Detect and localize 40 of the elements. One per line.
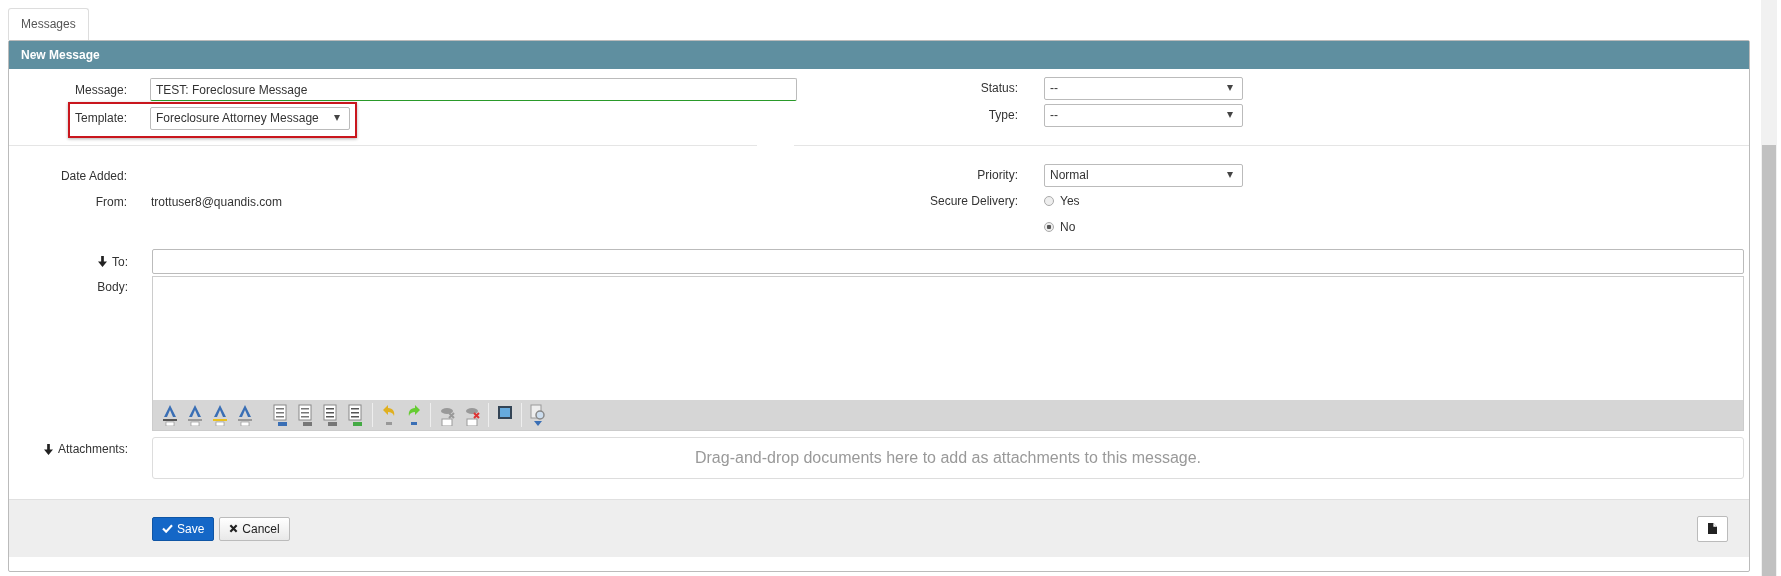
font-color-icon[interactable] xyxy=(161,404,179,426)
field-label: Priority: xyxy=(976,168,1018,182)
check-icon xyxy=(162,524,173,533)
scrollbar-thumb[interactable] xyxy=(1762,145,1776,576)
dropdown[interactable]: -- xyxy=(1044,103,1243,127)
down-arrow-icon[interactable] xyxy=(43,443,53,455)
caret-icon xyxy=(1227,85,1233,91)
radio-label[interactable]: Yes xyxy=(1060,194,1080,208)
document-icon xyxy=(1708,523,1717,534)
field-label: To: xyxy=(112,254,128,269)
field-label: Type: xyxy=(987,108,1018,122)
to-field[interactable] xyxy=(152,249,1744,274)
save-button[interactable]: Save xyxy=(152,516,215,541)
field-label: Attachments: xyxy=(57,442,128,456)
field-label: Secure Delivery: xyxy=(928,194,1018,208)
cancel-button[interactable]: Cancel xyxy=(219,516,290,541)
field-label: Date Added: xyxy=(59,168,127,183)
close-icon xyxy=(229,524,239,533)
down-arrow-icon[interactable] xyxy=(98,256,107,267)
field-label: From: xyxy=(94,194,127,209)
messages-tab[interactable]: Messages xyxy=(8,8,89,40)
radio-button[interactable] xyxy=(1044,222,1054,232)
document-button[interactable] xyxy=(1697,515,1728,542)
message-field[interactable]: TEST: Foreclosure Message xyxy=(150,78,797,101)
caret-icon xyxy=(334,115,340,121)
field-label: Status: xyxy=(979,81,1018,95)
radio-button[interactable] xyxy=(1044,196,1054,206)
radio-label[interactable]: No xyxy=(1060,220,1076,234)
field-label: Body: xyxy=(97,280,128,294)
highlight-icon[interactable] xyxy=(211,404,229,426)
field-label: Message: xyxy=(73,82,127,97)
dropdown[interactable]: -- xyxy=(1044,76,1243,100)
template-dropdown[interactable]: Foreclosure Attorney Message xyxy=(150,106,350,130)
caret-icon xyxy=(1227,112,1233,118)
priority-dropdown[interactable]: Normal xyxy=(1044,163,1243,187)
panel-title: New Message xyxy=(21,48,100,62)
find-icon[interactable] xyxy=(529,404,547,426)
field-label: Template: xyxy=(73,111,127,125)
sender-email: trottuser8@quandis.com xyxy=(151,194,282,209)
caret-icon xyxy=(1227,172,1233,178)
